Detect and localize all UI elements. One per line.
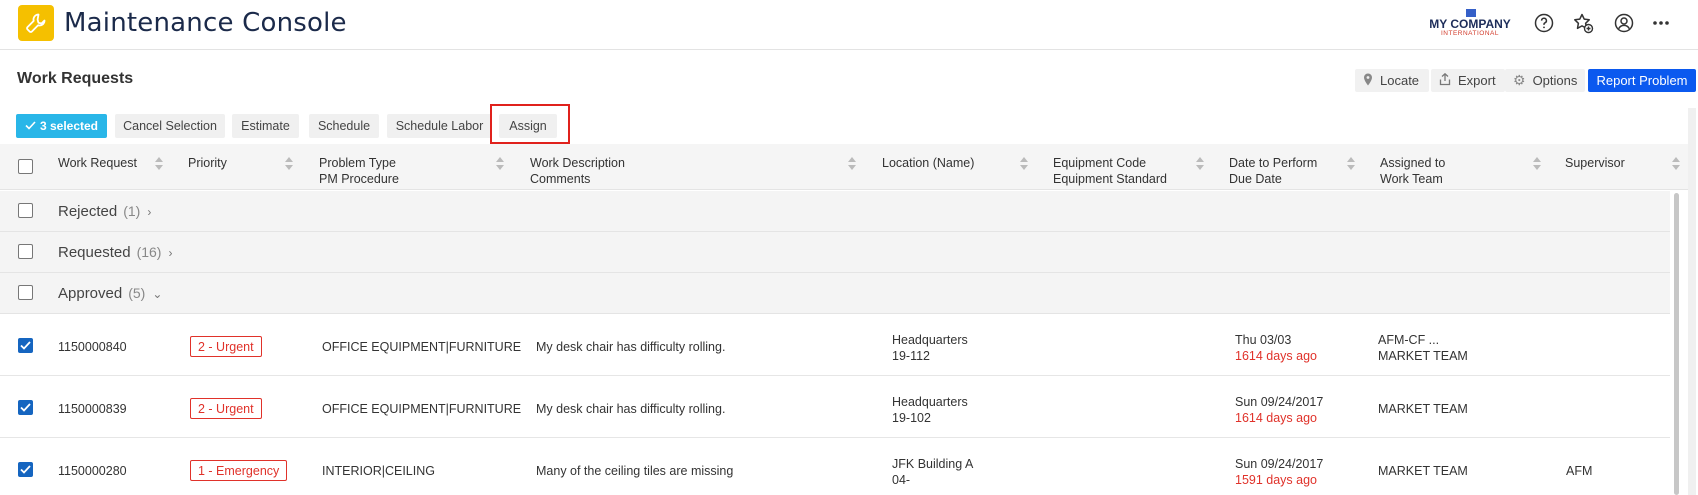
- group-row-requested[interactable]: Requested (16) ›: [0, 232, 1670, 273]
- group-label: Approved: [58, 285, 123, 302]
- group-row-approved[interactable]: Approved (5) ⌄: [0, 273, 1670, 314]
- table-scrollbar-thumb[interactable]: [1674, 193, 1679, 495]
- work-request-id[interactable]: 1150000280: [58, 463, 127, 479]
- work-request-id[interactable]: 1150000840: [58, 339, 127, 355]
- export-icon: [1439, 72, 1451, 89]
- sort-assigned-to-icon[interactable]: [1533, 157, 1541, 171]
- favorites-add-icon[interactable]: [1572, 12, 1594, 34]
- chevron-right-icon[interactable]: ›: [168, 246, 172, 260]
- group-label: Requested: [58, 244, 131, 261]
- work-description: My desk chair has difficulty rolling.: [536, 340, 726, 354]
- assigned-to: MARKET TEAM: [1378, 402, 1468, 416]
- group-checkbox[interactable]: [18, 244, 33, 259]
- app-title: Maintenance Console: [64, 8, 347, 38]
- schedule-labor-button[interactable]: Schedule Labor: [387, 114, 492, 138]
- export-label: Export: [1458, 73, 1496, 88]
- selection-count-badge[interactable]: 3 selected: [16, 114, 107, 138]
- assigned-to: AFM-CF ... MARKET TEAM: [1378, 333, 1468, 363]
- sort-equipment-icon[interactable]: [1196, 157, 1204, 171]
- check-icon: [25, 119, 36, 133]
- sort-supervisor-icon[interactable]: [1672, 157, 1680, 171]
- group-count: (1): [123, 203, 141, 219]
- work-request-id[interactable]: 1150000839: [58, 401, 127, 417]
- report-problem-button[interactable]: Report Problem: [1588, 69, 1696, 92]
- map-pin-icon: [1363, 73, 1373, 89]
- selection-count-label: 3 selected: [39, 119, 99, 133]
- help-icon[interactable]: [1533, 12, 1555, 34]
- row-checkbox[interactable]: [18, 338, 33, 353]
- table-row[interactable]: 1150000840 2 - Urgent OFFICE EQUIPMENT|F…: [0, 315, 1670, 376]
- column-header-assigned-to[interactable]: Assigned to Work Team: [1380, 155, 1445, 187]
- page-title: Work Requests: [17, 70, 134, 87]
- locate-label: Locate: [1380, 73, 1420, 88]
- assigned-to: MARKET TEAM: [1378, 464, 1468, 478]
- company-name: MY COMPANY: [1429, 17, 1511, 31]
- column-header-problem-type[interactable]: Problem Type PM Procedure: [319, 155, 399, 187]
- export-button[interactable]: Export: [1431, 69, 1505, 92]
- group-label: Rejected: [58, 203, 118, 220]
- wrench-icon: [18, 5, 54, 41]
- problem-type: INTERIOR|CEILING: [322, 464, 435, 478]
- date-to-perform: Sun 09/24/2017 1614 days ago: [1235, 395, 1324, 425]
- options-label: Options: [1532, 73, 1578, 88]
- location-name: Headquarters 19-112: [892, 333, 968, 363]
- group-checkbox[interactable]: [18, 203, 33, 218]
- company-subtitle: INTERNATIONAL: [1440, 30, 1500, 37]
- column-header-date[interactable]: Date to Perform Due Date: [1229, 155, 1317, 187]
- sort-work-request-icon[interactable]: [155, 157, 163, 171]
- date-to-perform: Sun 09/24/2017 1591 days ago: [1235, 457, 1324, 487]
- group-count: (5): [128, 285, 146, 301]
- table-header: Work Request Priority Problem Type PM Pro…: [0, 144, 1690, 190]
- schedule-button[interactable]: Schedule: [309, 114, 379, 138]
- sort-date-icon[interactable]: [1347, 157, 1355, 171]
- column-header-equipment[interactable]: Equipment Code Equipment Standard: [1053, 155, 1167, 187]
- more-options-icon[interactable]: [1650, 12, 1672, 34]
- chevron-right-icon[interactable]: ›: [147, 205, 151, 219]
- column-header-work-description[interactable]: Work Description Comments: [530, 155, 625, 187]
- location-name: Headquarters 19-102: [892, 395, 968, 425]
- table-row[interactable]: 1150000839 2 - Urgent OFFICE EQUIPMENT|F…: [0, 377, 1670, 438]
- priority-badge: 2 - Urgent: [190, 398, 262, 419]
- priority-badge: 1 - Emergency: [190, 460, 288, 481]
- work-description: Many of the ceiling tiles are missing: [536, 464, 734, 478]
- select-all-checkbox[interactable]: [18, 159, 33, 174]
- cancel-selection-button[interactable]: Cancel Selection: [115, 114, 225, 138]
- column-header-supervisor[interactable]: Supervisor: [1565, 155, 1625, 171]
- sort-priority-icon[interactable]: [285, 157, 293, 171]
- user-profile-icon[interactable]: [1613, 12, 1635, 34]
- sort-location-icon[interactable]: [1020, 157, 1028, 171]
- row-checkbox[interactable]: [18, 400, 33, 415]
- column-header-location[interactable]: Location (Name): [882, 155, 974, 171]
- location-name: JFK Building A 04-: [892, 457, 974, 487]
- date-to-perform: Thu 03/03 1614 days ago: [1235, 333, 1318, 363]
- group-checkbox[interactable]: [18, 285, 33, 300]
- estimate-button[interactable]: Estimate: [232, 114, 299, 138]
- options-button[interactable]: ⚙ Options: [1505, 69, 1585, 92]
- group-row-rejected[interactable]: Rejected (1) ›: [0, 191, 1670, 232]
- work-description: My desk chair has difficulty rolling.: [536, 402, 726, 416]
- locate-button[interactable]: Locate: [1355, 69, 1429, 92]
- priority-badge: 2 - Urgent: [190, 336, 262, 357]
- supervisor: AFM: [1566, 464, 1593, 478]
- column-header-work-request[interactable]: Work Request: [58, 155, 137, 171]
- gear-icon: ⚙: [1513, 72, 1526, 88]
- due-date: 1614 days ago: [1235, 349, 1318, 363]
- table-row[interactable]: 1150000280 1 - Emergency INTERIOR|CEILIN…: [0, 439, 1670, 495]
- chevron-down-icon[interactable]: ⌄: [152, 287, 162, 301]
- assign-highlight-outline: [490, 104, 570, 144]
- problem-type: OFFICE EQUIPMENT|FURNITURE: [322, 340, 522, 354]
- due-date: 1614 days ago: [1235, 411, 1318, 425]
- top-bar: Maintenance Console MY COMPANY INTERNATI…: [0, 0, 1698, 50]
- column-header-priority[interactable]: Priority: [188, 155, 227, 171]
- problem-type: OFFICE EQUIPMENT|FURNITURE: [322, 402, 522, 416]
- group-count: (16): [136, 244, 162, 260]
- due-date: 1591 days ago: [1235, 473, 1318, 487]
- sort-work-description-icon[interactable]: [848, 157, 856, 171]
- page-scrollbar[interactable]: [1688, 108, 1696, 495]
- row-checkbox[interactable]: [18, 462, 33, 477]
- company-logo: MY COMPANY INTERNATIONAL: [1428, 9, 1512, 39]
- sort-problem-type-icon[interactable]: [496, 157, 504, 171]
